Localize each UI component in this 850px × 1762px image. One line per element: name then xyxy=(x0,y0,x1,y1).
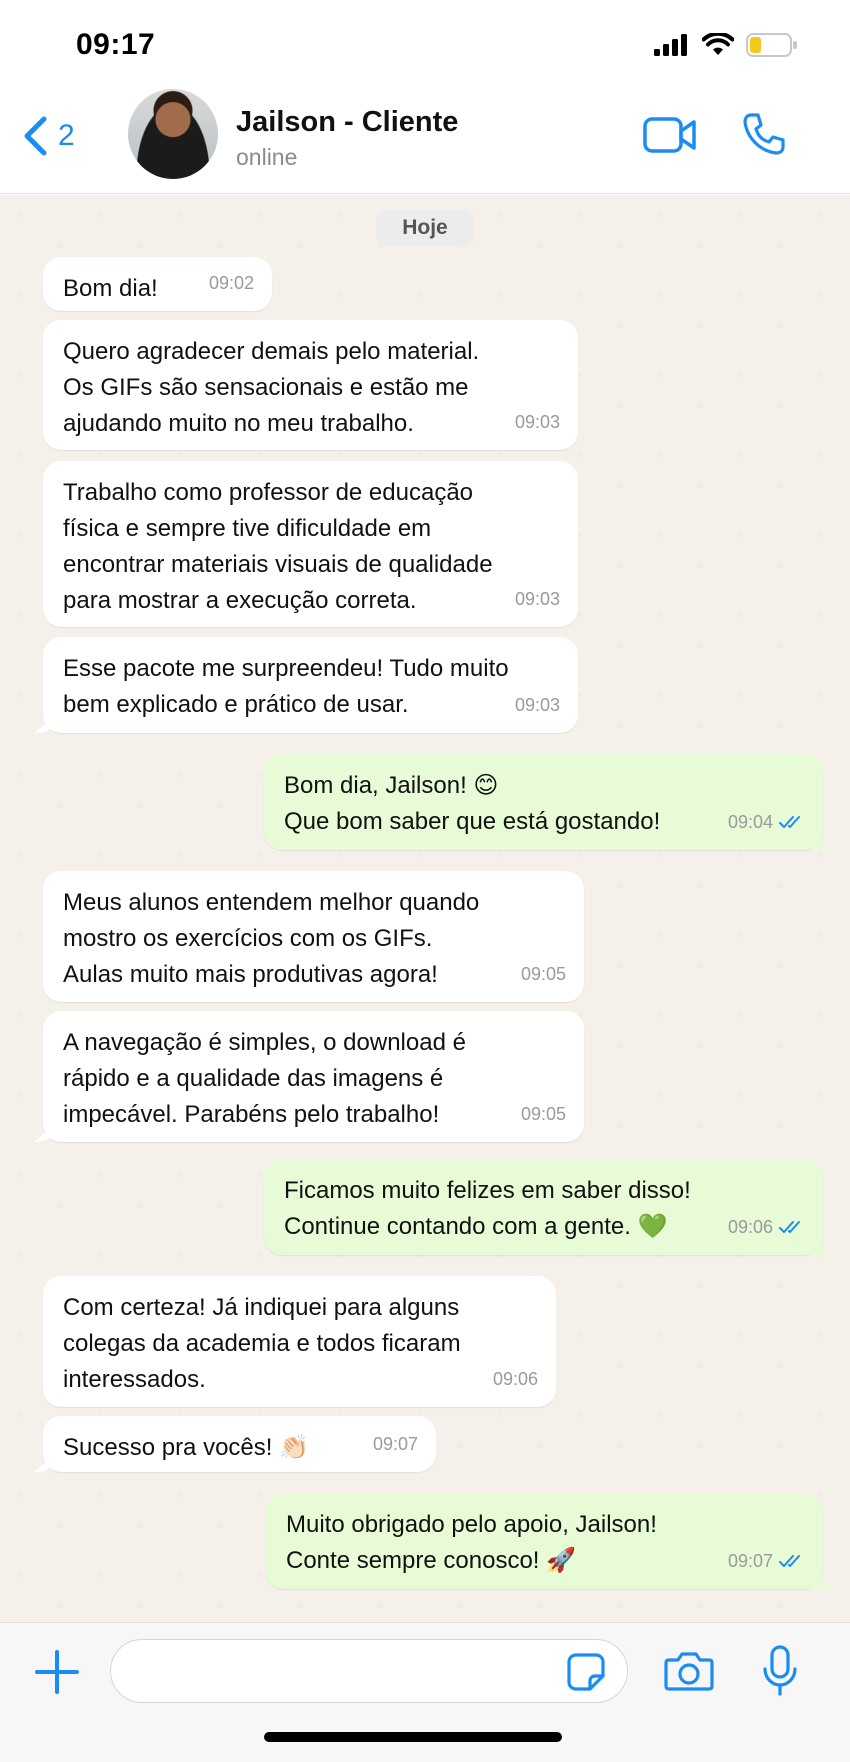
message-text: bem explicado e prático de usar. xyxy=(63,691,409,718)
message-meta: 09:05 xyxy=(521,956,566,992)
message-meta: 09:06 xyxy=(728,1209,805,1245)
status-bar: 09:17 xyxy=(0,0,850,86)
message-text: Os GIFs são sensacionais e estão me xyxy=(63,374,469,401)
message-text: Conte sempre conosco! 🚀 xyxy=(286,1547,577,1574)
message-time: 09:03 xyxy=(514,695,560,715)
message-bubble-incoming[interactable]: Sucesso pra vocês! 👏🏻 09:07 xyxy=(43,1416,436,1472)
message-time: 09:07 xyxy=(727,1551,773,1571)
message-bubble-incoming[interactable]: Meus alunos entendem melhor quando mostr… xyxy=(43,871,584,1002)
microphone-icon xyxy=(763,1645,797,1696)
message-time: 09:03 xyxy=(514,589,560,609)
message-time: 09:07 xyxy=(372,1434,418,1454)
message-meta: 09:03 xyxy=(515,581,560,617)
message-time: 09:06 xyxy=(492,1369,538,1389)
wifi-icon xyxy=(702,33,734,55)
message-text: impecável. Parabéns pelo trabalho! xyxy=(63,1101,440,1128)
chat-area[interactable]: Hoje Bom dia! 09:02 Quero agradecer dema… xyxy=(0,195,850,1622)
message-meta: 09:02 xyxy=(209,265,254,301)
read-receipt-icon xyxy=(779,1221,800,1233)
message-time: 09:06 xyxy=(727,1217,773,1237)
voice-call-button[interactable] xyxy=(742,112,786,161)
message-meta: 09:03 xyxy=(515,687,560,723)
message-text: Que bom saber que está gostando! xyxy=(284,808,661,835)
status-icons xyxy=(654,30,798,60)
message-text: rápido e a qualidade das imagens é xyxy=(63,1065,444,1092)
message-bubble-incoming[interactable]: Bom dia! 09:02 xyxy=(43,257,272,311)
message-text: Trabalho como professor de educação xyxy=(63,479,474,506)
message-text: Sucesso pra vocês! 👏🏻 xyxy=(63,1434,309,1461)
message-bubble-incoming[interactable]: Quero agradecer demais pelo material. Os… xyxy=(43,320,578,450)
video-call-button[interactable] xyxy=(643,116,697,159)
contact-status: online xyxy=(236,144,298,170)
message-bubble-outgoing[interactable]: Bom dia, Jailson! 😊 Que bom saber que es… xyxy=(264,754,823,850)
contact-name[interactable]: Jailson - Cliente xyxy=(236,106,458,139)
attach-button[interactable] xyxy=(34,1649,80,1700)
message-meta: 09:07 xyxy=(728,1543,805,1579)
microphone-button[interactable] xyxy=(760,1645,800,1702)
read-receipt-icon xyxy=(779,1555,800,1567)
message-input[interactable] xyxy=(110,1639,628,1703)
message-text: Com certeza! Já indiquei para alguns xyxy=(63,1294,460,1321)
message-text: Muito obrigado pelo apoio, Jailson! xyxy=(286,1511,657,1538)
read-receipt-icon xyxy=(779,816,800,828)
message-text: interessados. xyxy=(63,1366,206,1393)
message-time: 09:03 xyxy=(514,412,560,432)
sticker-icon xyxy=(567,1653,605,1691)
message-meta: 09:06 xyxy=(493,1361,538,1397)
message-bubble-incoming[interactable]: Trabalho como professor de educação físi… xyxy=(43,461,578,627)
message-text: encontrar materiais visuais de qualidade xyxy=(63,551,493,578)
message-meta: 09:07 xyxy=(373,1426,418,1462)
sticker-button[interactable] xyxy=(566,1652,606,1697)
message-meta: 09:05 xyxy=(521,1096,566,1132)
message-text: Ficamos muito felizes em saber disso! xyxy=(284,1177,691,1204)
message-bubble-incoming[interactable]: Esse pacote me surpreendeu! Tudo muito b… xyxy=(43,637,578,733)
message-text: Quero agradecer demais pelo material. xyxy=(63,338,480,365)
camera-icon xyxy=(664,1652,714,1691)
message-text: Bom dia, Jailson! 😊 xyxy=(284,772,499,799)
message-bubble-incoming[interactable]: A navegação é simples, o download é rápi… xyxy=(43,1011,584,1142)
back-chevron-icon xyxy=(24,116,47,156)
battery-icon xyxy=(746,33,797,57)
message-text: mostro os exercícios com os GIFs. xyxy=(63,925,433,952)
message-meta: 09:04 xyxy=(728,804,805,840)
chat-header: 2 Jailson - Cliente online xyxy=(0,86,850,194)
message-text: A navegação é simples, o download é xyxy=(63,1029,466,1056)
message-text: Meus alunos entendem melhor quando xyxy=(63,889,480,916)
message-text: ajudando muito no meu trabalho. xyxy=(63,410,414,437)
message-text: Esse pacote me surpreendeu! Tudo muito xyxy=(63,655,509,682)
message-time: 09:05 xyxy=(520,1104,566,1124)
signal-icon xyxy=(654,34,687,56)
video-call-icon xyxy=(643,117,696,153)
message-bubble-outgoing[interactable]: Muito obrigado pelo apoio, Jailson! Cont… xyxy=(266,1493,823,1589)
back-button[interactable]: 2 xyxy=(22,116,75,156)
message-text: Aulas muito mais produtivas agora! xyxy=(63,961,438,988)
day-separator: Hoje xyxy=(376,210,474,246)
camera-button[interactable] xyxy=(664,1650,714,1697)
message-time: 09:04 xyxy=(727,812,773,832)
avatar[interactable] xyxy=(128,89,218,179)
message-text: para mostrar a execução correta. xyxy=(63,587,417,614)
message-text: colegas da academia e todos ficaram xyxy=(63,1330,461,1357)
home-indicator[interactable] xyxy=(264,1732,562,1742)
status-time: 09:17 xyxy=(76,28,156,61)
message-text: Continue contando com a gente. 💚 xyxy=(284,1213,668,1240)
message-meta: 09:03 xyxy=(515,404,560,440)
message-text: física e sempre tive dificuldade em xyxy=(63,515,432,542)
phone-icon xyxy=(743,113,785,155)
message-bubble-outgoing[interactable]: Ficamos muito felizes em saber disso! Co… xyxy=(264,1159,823,1255)
plus-icon xyxy=(35,1650,79,1694)
unread-count: 2 xyxy=(58,119,75,152)
message-bubble-incoming[interactable]: Com certeza! Já indiquei para alguns col… xyxy=(43,1276,556,1407)
message-time: 09:02 xyxy=(208,273,254,293)
message-time: 09:05 xyxy=(520,964,566,984)
